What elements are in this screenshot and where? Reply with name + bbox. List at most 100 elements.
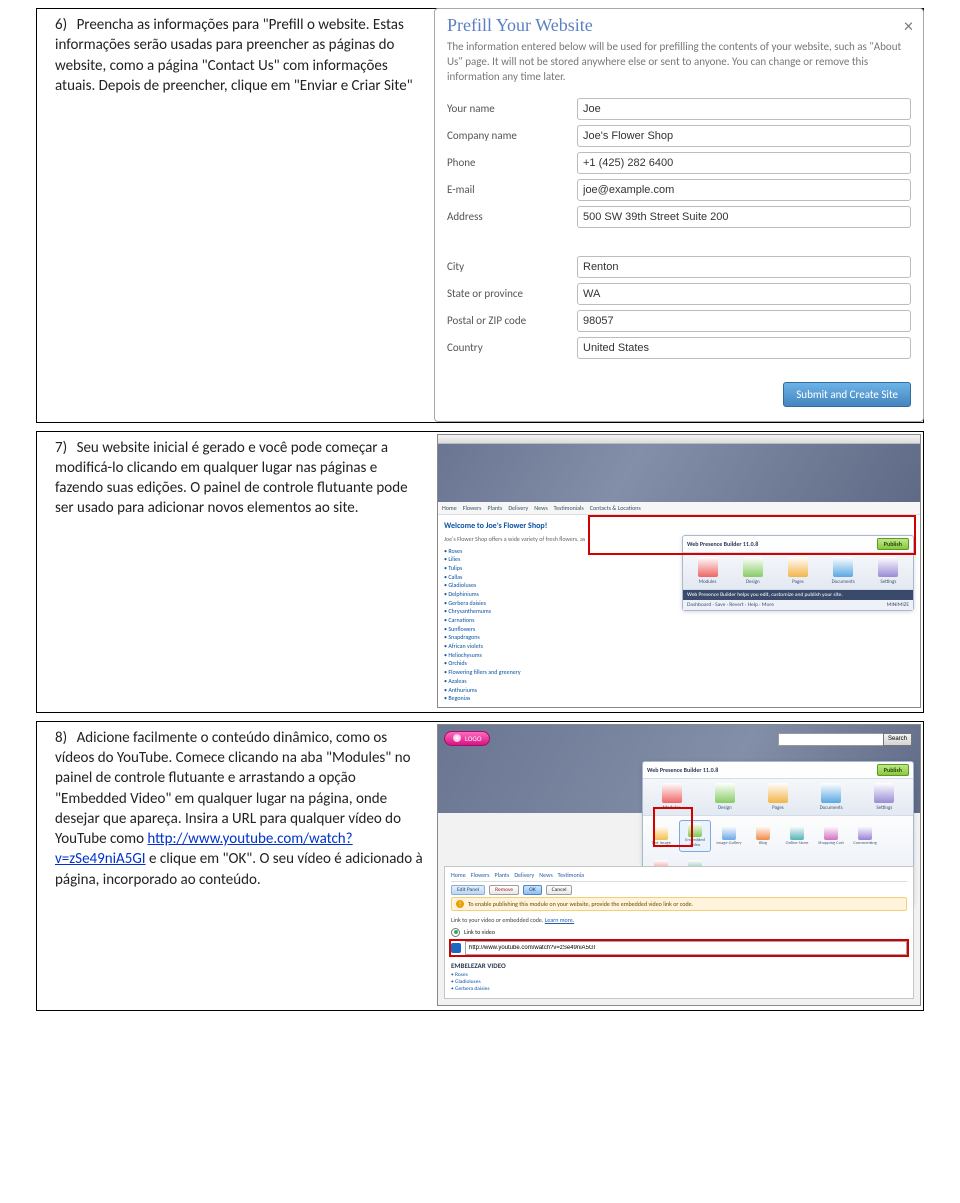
close-icon[interactable]: × [904,15,913,37]
input-email[interactable] [577,179,911,201]
design-icon [715,783,735,803]
nav-tab[interactable]: Flowers [463,504,482,512]
panel-tab-label: Modules [663,805,681,811]
module-image-gallery[interactable]: Image Gallery [713,820,745,852]
editor-tab[interactable]: Home [451,871,466,879]
learn-more-link[interactable]: Learn more. [545,916,574,924]
label-state: State or province [447,287,577,300]
panel2-title: Web Presence Builder 11.0.8 [647,766,718,774]
editor-tab[interactable]: News [539,871,552,879]
step-8-text: 8) Adicione facilmente o conteúdo dinâmi… [37,722,435,902]
panel-bottom-links[interactable]: Dashboard · Save · Revert · Help · More [687,602,774,608]
welcome-subtitle: Joe's Flower Shop offers a wide variety … [444,535,594,543]
publish-button[interactable]: Publish [877,538,909,550]
panel-tip: Web Presence Builder helps you edit, cus… [683,590,913,600]
input-country[interactable] [577,337,911,359]
editor-tab[interactable]: Flowers [471,871,490,879]
nav-tab[interactable]: Testimonials [554,504,584,512]
step-6-text: 6) Preencha as informações para "Prefill… [37,9,435,108]
nav-tab[interactable]: Contacts & Locations [590,504,641,512]
search-button[interactable]: Search [883,733,912,746]
nav-tab[interactable]: News [534,504,547,512]
input-address[interactable] [577,206,911,228]
edit-panel-button[interactable]: Edit Panel [451,885,485,895]
module-label: Image Gallery [716,841,741,846]
site-search[interactable]: Search [778,733,912,746]
panel-tab-documents[interactable]: Documents [811,783,851,811]
nav-tab[interactable]: Delivery [508,504,528,512]
input-company[interactable] [577,125,911,147]
welcome-title: Welcome to Joe's Flower Shop! [444,521,594,531]
flower-list: • Roses• Lilies• Tulips• Callas• Gladiol… [444,547,594,703]
panel-tab-design[interactable]: Design [705,783,745,811]
list-item: • Gladioluses [444,581,594,590]
module-embedded-video[interactable]: Embedded Video [679,820,711,852]
browser-chrome [438,435,920,444]
pages-icon [768,783,788,803]
list-item: • Carnations [444,616,594,625]
module-icon [824,826,838,840]
list-item: • Roses [444,547,594,556]
module-commenting[interactable]: Commenting [849,820,881,852]
radio-link-to-video[interactable] [451,928,460,937]
search-input[interactable] [778,733,883,746]
panel-tab-label: Pages [792,579,804,585]
ok-button[interactable]: OK [523,885,542,895]
remove-button[interactable]: Remove [489,885,519,895]
list-item: • Tulips [444,564,594,573]
panel-tab-settings[interactable]: Settings [868,557,908,585]
editor-tabs: Home Flowers Plants Delivery News Testimonia [451,871,907,882]
nav-tab[interactable]: Home [442,504,457,512]
panel-tab-modules[interactable]: Modules [688,557,728,585]
step-7-number: 7) [55,439,67,457]
step-6-number: 6) [55,16,67,34]
label-city: City [447,260,577,273]
panel-tab-settings[interactable]: Settings [864,783,904,811]
nav-tab[interactable]: Plants [488,504,503,512]
panel-tab-modules[interactable]: Modules [652,783,692,811]
module-shopping-cart[interactable]: Shopping Cart [815,820,847,852]
control-panel[interactable]: Web Presence Builder 11.0.8 Publish Modu… [682,535,914,611]
module-online-store[interactable]: Online Store [781,820,813,852]
label-email: E-mail [447,183,577,196]
module-label: Text Image [651,841,671,846]
documents-icon [833,557,853,577]
panel-tab-pages[interactable]: Pages [778,557,818,585]
settings-icon [874,783,894,803]
step-6-body: Preencha as informações para "Prefill o … [55,16,413,95]
site-hero [438,444,920,502]
panel-tab-pages[interactable]: Pages [758,783,798,811]
input-state[interactable] [577,283,911,305]
minimize-button[interactable]: MINIMIZE [887,602,909,608]
panel-tab-documents[interactable]: Documents [823,557,863,585]
cancel-button[interactable]: Cancel [546,885,573,895]
input-phone[interactable] [577,152,911,174]
modal-title: Prefill Your Website [435,9,923,40]
step-8-cell: 8) Adicione facilmente o conteúdo dinâmi… [36,721,924,1011]
video-url-input[interactable] [465,941,907,955]
list-item: • Flowering fillers and greenery [444,668,594,677]
panel-tab-design[interactable]: Design [733,557,773,585]
builder-preview: Home Flowers Plants Delivery News Testimonial… [437,434,921,708]
documents-icon [821,783,841,803]
step-6-cell: 6) Preencha as informações para "Prefill… [36,8,924,423]
submit-create-button[interactable]: Submit and Create Site [783,382,911,407]
list-item: • Sunflowers [444,625,594,634]
list-item: • Roses [451,972,539,979]
module-blog[interactable]: Blog [747,820,779,852]
editor-tab[interactable]: Testimonia [558,871,584,879]
input-your-name[interactable] [577,98,911,120]
module-text-image[interactable]: Text Image [645,820,677,852]
input-zip[interactable] [577,310,911,332]
step-7-body: Seu website inicial é gerado e você pode… [55,439,408,518]
page-editor: HomeFlowersPlantsDeliveryNewsTestimonia … [444,866,914,999]
editor-tab[interactable]: Plants [495,871,510,879]
step-8-number: 8) [55,729,67,747]
site-logo: LOGO [444,731,490,746]
editor-tab[interactable]: Delivery [514,871,534,879]
list-item: • Lilies [444,555,594,564]
publish-button-2[interactable]: Publish [877,764,909,776]
warning-text: To enable publishing this module on your… [468,900,693,908]
panel-tab-label: Settings [876,805,892,811]
input-city[interactable] [577,256,911,278]
